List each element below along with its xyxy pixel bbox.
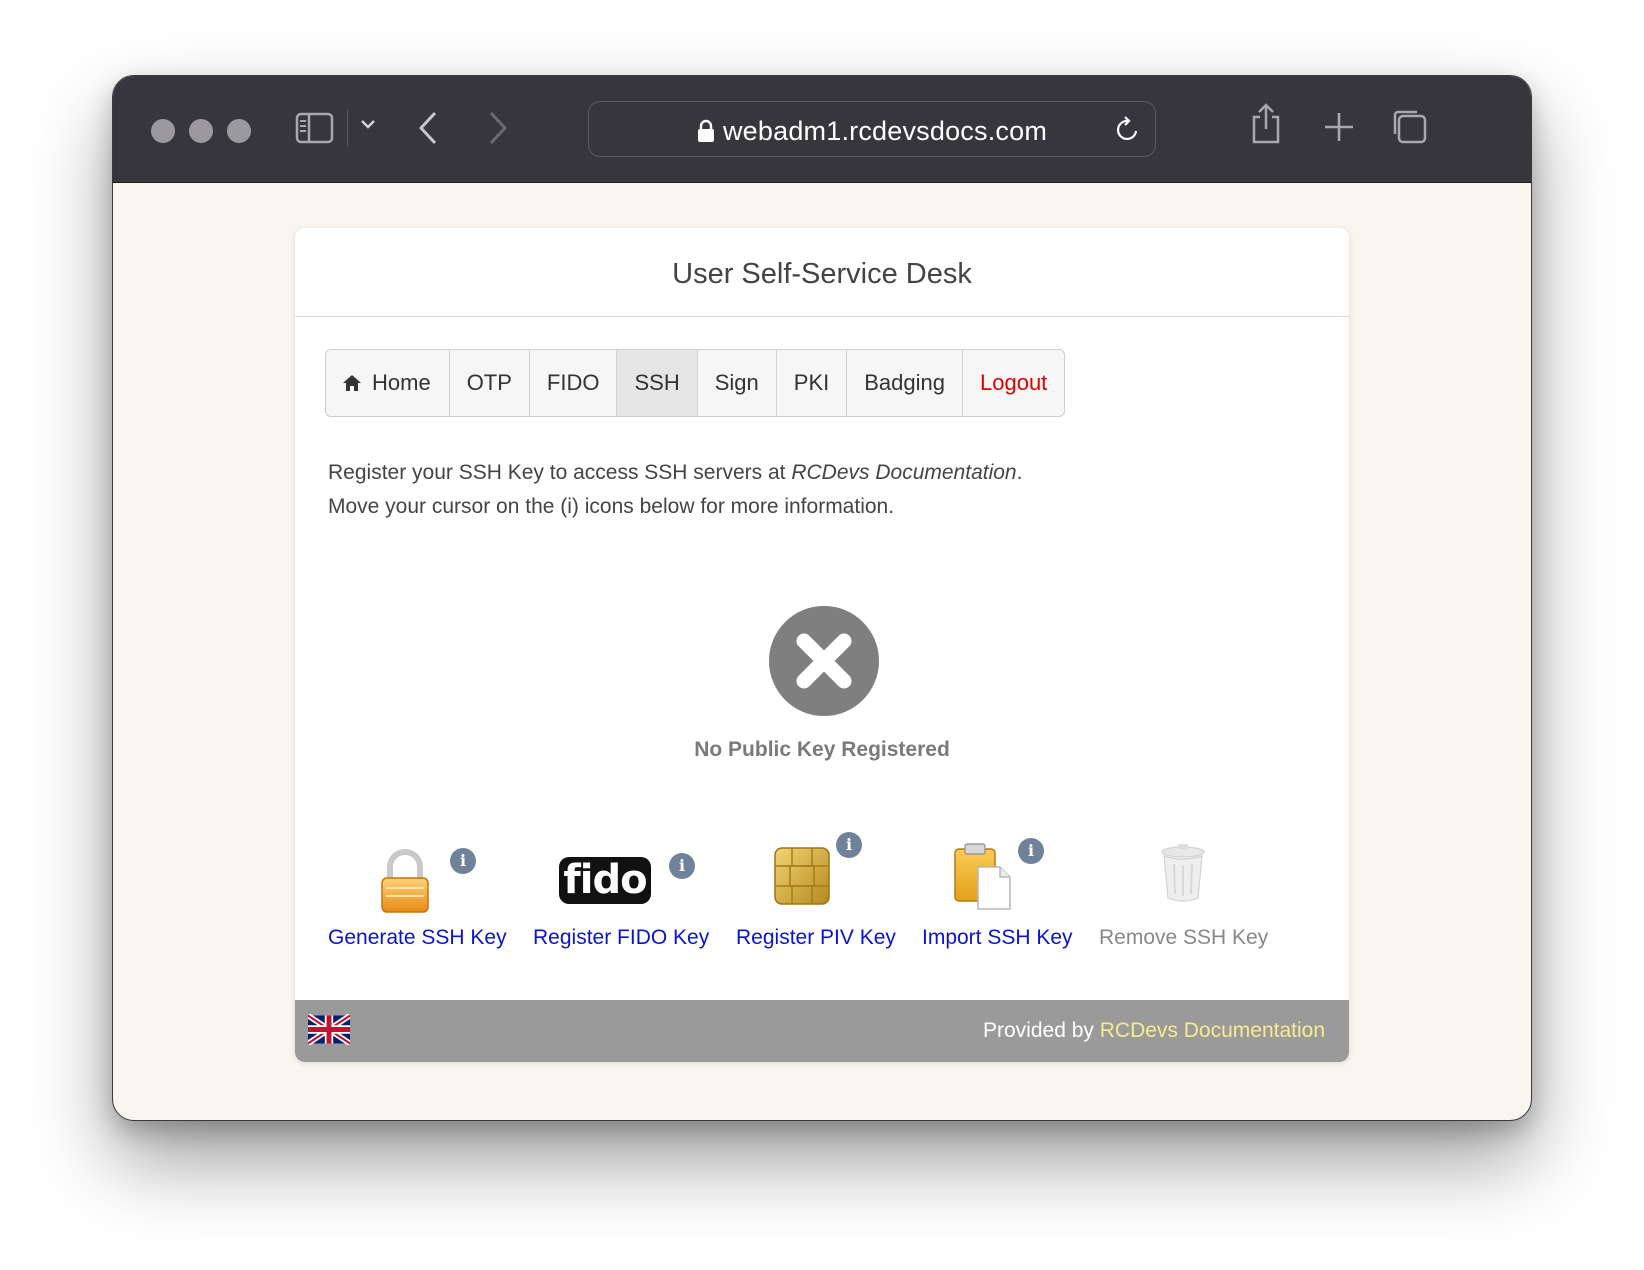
footer-credit: Provided by RCDevs Documentation <box>983 1019 1325 1043</box>
forward-icon[interactable] <box>485 109 509 147</box>
new-tab-icon[interactable] <box>1323 111 1355 143</box>
footer-prefix: Provided by <box>983 1019 1100 1042</box>
tab-otp[interactable]: OTP <box>448 350 529 416</box>
tab-label: SSH <box>634 370 680 395</box>
browser-window: webadm1.rcdevsdocs.com User Self-Service… <box>112 75 1532 1121</box>
fido-logo-text: fido <box>563 857 647 903</box>
tab-label: Sign <box>714 370 759 395</box>
intro-line-1: Register your SSH Key to access SSH serv… <box>328 456 1022 490</box>
smartcard-chip-icon <box>774 847 830 905</box>
info-icon[interactable]: i <box>1018 838 1044 864</box>
tab-label: Logout <box>980 370 1048 395</box>
tab-label: OTP <box>466 370 512 395</box>
intro-text: Register your SSH Key to access SSH serv… <box>328 456 1022 524</box>
tab-pki[interactable]: PKI <box>775 350 846 416</box>
page-content: User Self-Service Desk Home OTP FIDO SSH… <box>113 182 1531 1120</box>
error-x-icon <box>769 606 879 716</box>
title-divider <box>295 316 1349 317</box>
trash-icon <box>1161 844 1205 902</box>
footer-link[interactable]: RCDevs Documentation <box>1100 1019 1325 1042</box>
intro-prefix: Register your SSH Key to access SSH serv… <box>328 461 792 484</box>
organization-name: RCDevs Documentation <box>791 461 1017 484</box>
register-fido-key-link[interactable]: Register FIDO Key <box>533 926 709 950</box>
tab-home[interactable]: Home <box>326 350 449 416</box>
self-service-panel: User Self-Service Desk Home OTP FIDO SSH… <box>295 228 1349 1062</box>
page-title: User Self-Service Desk <box>672 258 972 290</box>
tab-label: Badging <box>864 370 945 395</box>
chevron-down-icon[interactable] <box>359 118 377 132</box>
footer: Provided by RCDevs Documentation <box>295 1000 1349 1062</box>
tabs-overview-icon[interactable] <box>1391 108 1429 146</box>
share-icon[interactable] <box>1249 102 1283 146</box>
import-ssh-key-link[interactable]: Import SSH Key <box>922 926 1073 950</box>
url-text: webadm1.rcdevsdocs.com <box>722 116 1048 146</box>
fido-logo-icon: fido <box>559 857 651 904</box>
clipboard-icon <box>954 843 1011 910</box>
tab-fido[interactable]: FIDO <box>528 350 617 416</box>
uk-flag-icon[interactable] <box>308 1014 350 1045</box>
generate-ssh-key-link[interactable]: Generate SSH Key <box>328 926 507 950</box>
intro-line-2: Move your cursor on the (i) icons below … <box>328 495 895 518</box>
info-icon[interactable]: i <box>836 832 862 858</box>
close-window-button[interactable] <box>151 119 175 143</box>
tab-ssh[interactable]: SSH <box>616 350 697 416</box>
minimize-window-button[interactable] <box>189 119 213 143</box>
status-message: No Public Key Registered <box>694 738 950 761</box>
tab-sign[interactable]: Sign <box>696 350 776 416</box>
register-piv-key-link[interactable]: Register PIV Key <box>736 926 896 950</box>
remove-ssh-key-link: Remove SSH Key <box>1099 926 1269 949</box>
sidebar-icon[interactable] <box>295 111 335 145</box>
padlock-icon <box>381 849 429 913</box>
tab-label: PKI <box>793 370 830 395</box>
tab-label: Home <box>372 370 431 395</box>
info-icon[interactable]: i <box>669 853 695 879</box>
browser-toolbar: webadm1.rcdevsdocs.com <box>113 76 1531 183</box>
tab-label: FIDO <box>546 370 600 395</box>
info-icon[interactable]: i <box>450 848 476 874</box>
reload-icon[interactable] <box>1115 116 1141 144</box>
zoom-window-button[interactable] <box>227 119 251 143</box>
intro-suffix: . <box>1016 461 1023 484</box>
address-bar[interactable]: webadm1.rcdevsdocs.com <box>588 101 1156 157</box>
tab-badging[interactable]: Badging <box>846 350 962 416</box>
home-icon <box>343 375 361 391</box>
nav-tabs: Home OTP FIDO SSH Sign PKI Badging Logou… <box>325 349 1066 417</box>
tab-logout[interactable]: Logout <box>962 350 1064 416</box>
back-icon[interactable] <box>417 109 441 147</box>
lock-icon <box>697 119 714 142</box>
